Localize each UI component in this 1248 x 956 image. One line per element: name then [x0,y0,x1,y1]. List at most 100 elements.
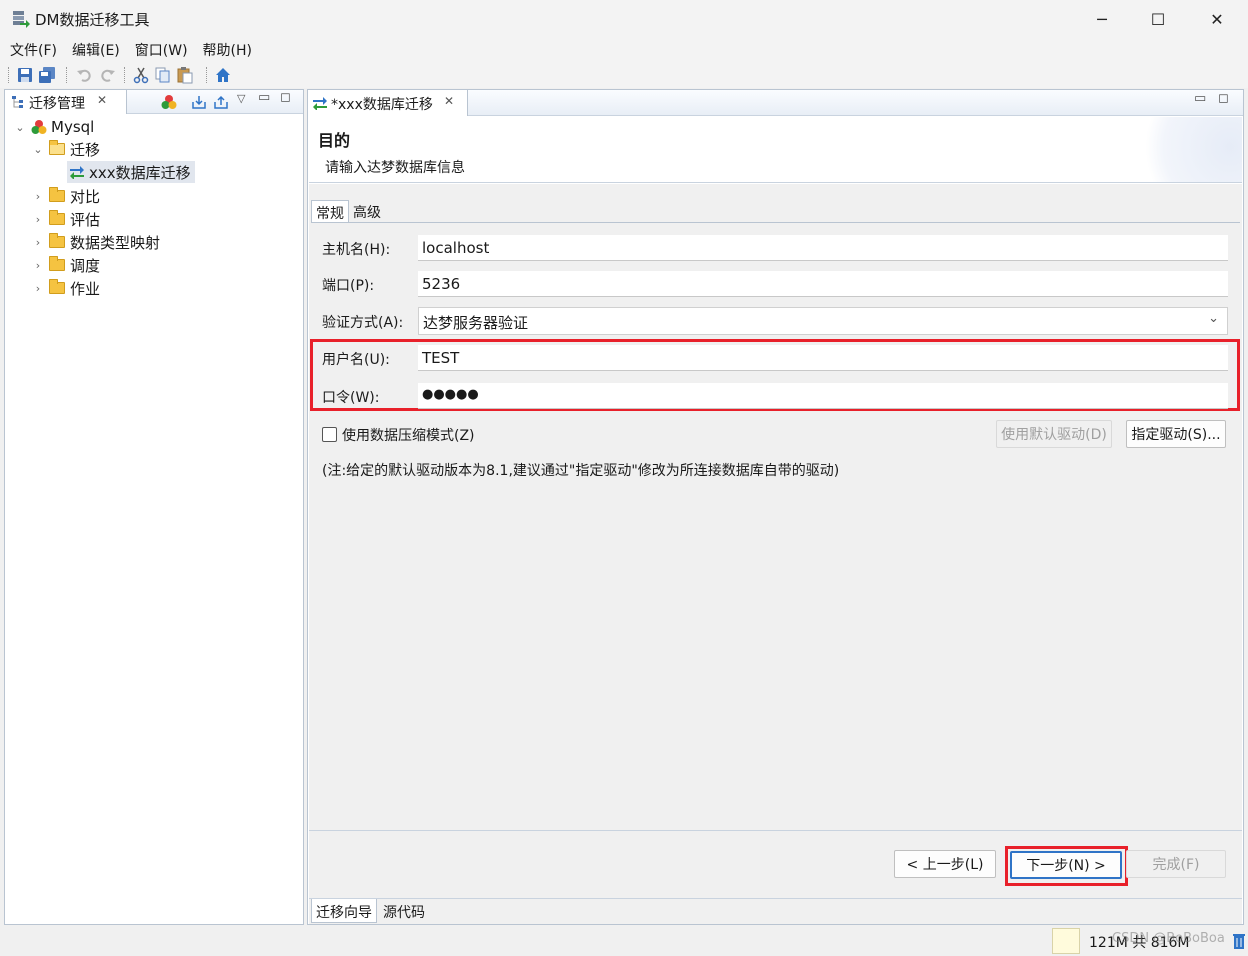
tree-label: 迁移 [70,140,101,159]
username-input[interactable]: TEST [418,345,1228,371]
password-input[interactable]: ●●●●● [418,383,1228,409]
expand-arrow-icon[interactable]: › [31,259,45,272]
tree-label: 对比 [70,187,101,206]
wizard-subtitle: 请输入达梦数据库信息 [325,160,465,176]
save-icon[interactable] [16,66,34,84]
folder-icon [49,187,65,202]
banner-decoration [1132,117,1242,182]
tab-source-code[interactable]: 源代码 [379,899,429,923]
cut-icon[interactable] [132,66,150,84]
toolbar-grip [8,67,9,83]
editor-header: *xxx数据库迁移 ✕ ▭ ◻ [308,90,1243,116]
folder-icon [49,279,65,294]
maximize-view-icon[interactable]: ◻ [1218,91,1229,106]
minimize-view-icon[interactable]: ▭ [1194,91,1206,106]
home-icon[interactable] [214,66,232,84]
trash-gc-icon[interactable] [1232,932,1246,950]
menu-window[interactable]: 窗口(W) [129,40,197,60]
specify-driver-button[interactable]: 指定驱动(S)... [1126,420,1226,448]
folder-icon [49,233,65,248]
mysql-connection-icon [31,120,47,134]
tab-label: 迁移管理 [29,96,85,112]
maximize-view-icon[interactable]: ◻ [280,90,291,105]
default-driver-button[interactable]: 使用默认驱动(D) [996,420,1112,448]
export-icon[interactable] [213,94,229,110]
menu-help[interactable]: 帮助(H) [197,40,261,60]
tree-node-migration-item[interactable]: xxx数据库迁移 [67,161,195,183]
import-icon[interactable] [191,94,207,110]
collapse-arrow-icon[interactable]: ⌄ [31,143,45,156]
maximize-button[interactable]: ☐ [1130,0,1186,38]
view-menu-icon[interactable]: ▽ [237,92,245,105]
menu-edit[interactable]: 编辑(E) [66,40,129,60]
auth-select-value: 达梦服务器验证 [423,314,529,332]
password-label: 口令(W): [322,390,380,406]
tab-general[interactable]: 常规 [311,200,349,222]
host-label: 主机名(H): [322,242,391,258]
compress-checkbox-label[interactable]: 使用数据压缩模式(Z) [342,425,475,445]
wizard-title: 目的 [318,131,351,150]
tree-node-job[interactable]: › 作业 [31,277,100,299]
tree-label: xxx数据库迁移 [89,163,191,182]
tab-migration-wizard[interactable]: 迁移向导 [311,899,377,923]
editor-bottom-tabs: 迁移向导 源代码 [309,898,1242,924]
driver-note: (注:给定的默认驱动版本为8.1,建议通过"指定驱动"修改为所连接数据库自带的驱… [322,463,840,479]
tab-migration-management[interactable]: 迁移管理 ✕ [5,90,127,114]
wizard-banner: 目的 请输入达梦数据库信息 [309,117,1242,183]
collapse-arrow-icon[interactable]: ⌄ [13,121,27,134]
open-folder-icon [49,140,65,155]
status-bar: 121M 共 816M CSDN @BoBoBoa [0,928,1248,956]
auth-label: 验证方式(A): [322,315,404,331]
close-tab-icon[interactable]: ✕ [444,94,454,108]
view-header: 迁移管理 ✕ ▽ ▭ ◻ [5,90,303,114]
migration-arrows-icon [313,97,327,110]
next-button[interactable]: 下一步(N) > [1010,851,1122,879]
connect-icon[interactable] [161,94,177,110]
tree-node-type-mapping[interactable]: › 数据类型映射 [31,231,160,253]
toolbar-separator [206,67,207,83]
minimize-view-icon[interactable]: ▭ [258,90,270,105]
tree-node-migration[interactable]: ⌄ 迁移 [31,138,100,160]
close-button[interactable]: ✕ [1189,0,1245,38]
tree-label: Mysql [51,118,95,136]
auth-select[interactable]: 达梦服务器验证 ⌄ [418,307,1228,335]
tree-label: 调度 [70,256,101,275]
undo-icon[interactable] [76,66,94,84]
redo-icon[interactable] [98,66,116,84]
migration-arrows-icon [70,166,84,179]
expand-arrow-icon[interactable]: › [31,282,45,295]
close-tab-icon[interactable]: ✕ [97,93,107,107]
paste-icon[interactable] [176,66,194,84]
back-button[interactable]: < 上一步(L) [894,850,996,878]
toolbar-separator [66,67,67,83]
tab-xxx-migration[interactable]: *xxx数据库迁移 ✕ [308,90,468,116]
menu-file[interactable]: 文件(F) [4,40,66,60]
tree-label: 评估 [70,210,101,229]
host-input[interactable]: localhost [418,235,1228,261]
expand-arrow-icon[interactable]: › [31,213,45,226]
tab-label: *xxx数据库迁移 [331,97,433,113]
tree-node-mysql[interactable]: ⌄ Mysql [13,116,94,138]
copy-icon[interactable] [154,66,172,84]
tab-advanced[interactable]: 高级 [349,200,385,222]
tree-node-compare[interactable]: › 对比 [31,185,100,207]
tree-node-schedule[interactable]: › 调度 [31,254,100,276]
expand-arrow-icon[interactable]: › [31,190,45,203]
username-label: 用户名(U): [322,352,390,368]
compress-checkbox[interactable] [322,427,337,442]
minimize-button[interactable]: ─ [1074,0,1130,38]
folder-icon [49,210,65,225]
migration-editor: *xxx数据库迁移 ✕ ▭ ◻ 目的 请输入达梦数据库信息 常规 高级 主机名(… [307,89,1244,925]
expand-arrow-icon[interactable]: › [31,236,45,249]
finish-button[interactable]: 完成(F) [1126,850,1226,878]
save-all-icon[interactable] [38,66,56,84]
toolbar [0,62,1248,88]
window-title: DM数据迁移工具 [35,11,150,29]
port-input[interactable]: 5236 [418,271,1228,297]
chevron-down-icon: ⌄ [1208,311,1219,326]
title-bar: DM数据迁移工具 ─ ☐ ✕ [0,0,1248,38]
tree-node-evaluate[interactable]: › 评估 [31,208,100,230]
watermark-text: CSDN @BoBoBoa [1112,931,1225,946]
memory-indicator [1052,928,1080,954]
folder-icon [49,256,65,271]
